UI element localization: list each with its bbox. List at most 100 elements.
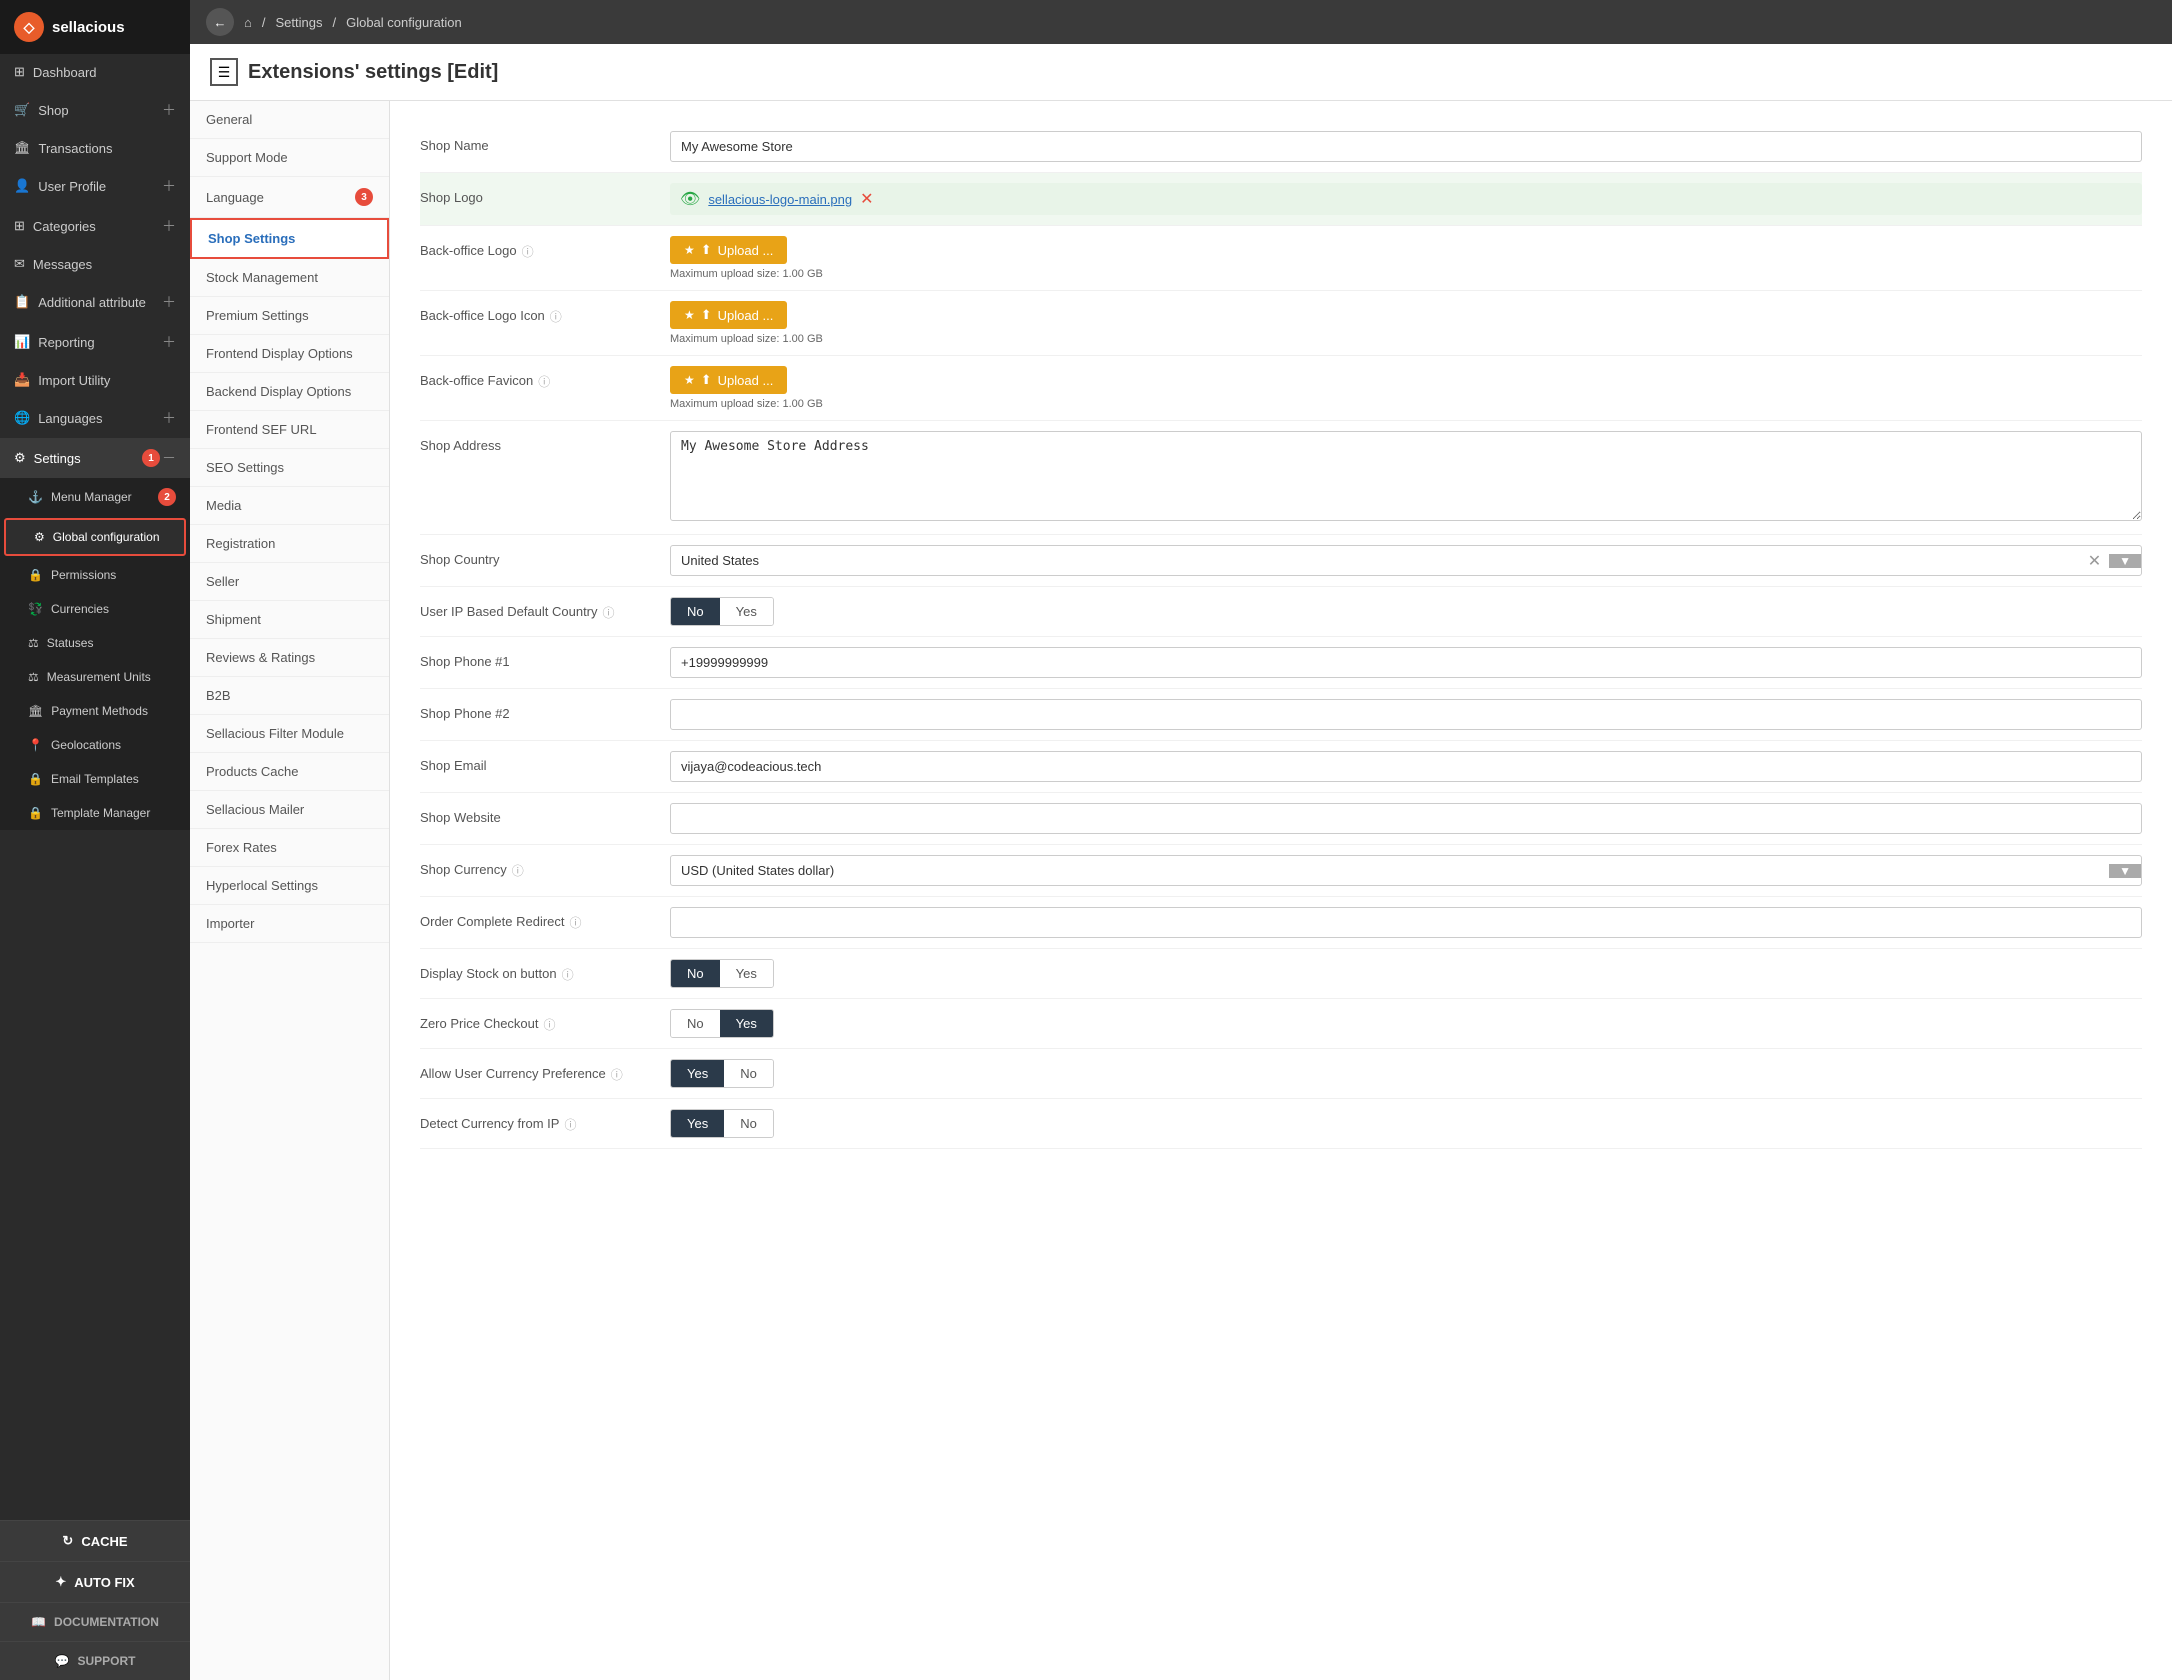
nav-importer[interactable]: Importer <box>190 905 389 943</box>
logo-text: sellacious <box>52 19 125 36</box>
logo-filename[interactable]: sellacious-logo-main.png <box>708 192 852 207</box>
shop-website-input[interactable] <box>670 803 2142 834</box>
nav-shipment[interactable]: Shipment <box>190 601 389 639</box>
nav-reviews-ratings[interactable]: Reviews & Ratings <box>190 639 389 677</box>
page-header: ☰ Extensions' settings [Edit] <box>190 44 2172 101</box>
back-office-favicon-field: ★ ⬆ Upload ... Maximum upload size: 1.00… <box>670 366 2142 410</box>
nav-registration[interactable]: Registration <box>190 525 389 563</box>
breadcrumb-global-config: Global configuration <box>346 15 462 30</box>
breadcrumb-settings[interactable]: Settings <box>275 15 322 30</box>
display-stock-no-button[interactable]: No <box>671 960 720 987</box>
docs-icon: 📖 <box>31 1615 46 1629</box>
nav-media[interactable]: Media <box>190 487 389 525</box>
documentation-button[interactable]: 📖 DOCUMENTATION <box>0 1602 190 1641</box>
detect-currency-no-button[interactable]: No <box>724 1110 773 1137</box>
shop-currency-select[interactable]: USD (United States dollar) <box>671 856 2109 885</box>
nav-frontend-sef[interactable]: Frontend SEF URL <box>190 411 389 449</box>
display-stock-yes-button[interactable]: Yes <box>720 960 773 987</box>
sidebar-item-user-profile[interactable]: 👤 User Profile ＋ <box>0 166 190 206</box>
detect-currency-yes-button[interactable]: Yes <box>671 1110 724 1137</box>
sidebar-item-currencies[interactable]: 💱 Currencies <box>0 592 190 626</box>
zero-price-yes-button[interactable]: Yes <box>720 1010 773 1037</box>
sidebar-item-shop[interactable]: 🛒 Shop ＋ <box>0 90 190 130</box>
user-ip-toggle-group: No Yes <box>670 597 774 626</box>
support-button[interactable]: 💬 SUPPORT <box>0 1641 190 1680</box>
sidebar-item-statuses[interactable]: ⚖ Statuses <box>0 626 190 660</box>
order-redirect-row: Order Complete Redirect ⓘ <box>420 897 2142 949</box>
nav-seller[interactable]: Seller <box>190 563 389 601</box>
sidebar-item-languages[interactable]: 🌐 Languages ＋ <box>0 398 190 438</box>
sidebar-label-geolocations: Geolocations <box>51 738 121 752</box>
sidebar-item-transactions[interactable]: 🏛 Transactions <box>0 130 190 166</box>
upload-label-2: Upload ... <box>718 308 774 323</box>
sidebar-item-global-configuration[interactable]: ⚙ Global configuration <box>4 518 186 556</box>
home-icon: ⌂ <box>244 15 252 30</box>
shop-phone1-input[interactable] <box>670 647 2142 678</box>
sidebar-item-reporting[interactable]: 📊 Reporting ＋ <box>0 322 190 362</box>
order-redirect-input[interactable] <box>670 907 2142 938</box>
currency-caret-icon[interactable]: ▼ <box>2109 864 2141 878</box>
shop-address-input[interactable]: My Awesome Store Address <box>670 431 2142 521</box>
allow-currency-no-button[interactable]: No <box>724 1060 773 1087</box>
nav-language[interactable]: Language 3 <box>190 177 389 218</box>
shop-name-input[interactable] <box>670 131 2142 162</box>
sidebar-item-permissions[interactable]: 🔒 Permissions <box>0 558 190 592</box>
nav-seo-settings[interactable]: SEO Settings <box>190 449 389 487</box>
sidebar-item-import-utility[interactable]: 📥 Import Utility <box>0 362 190 398</box>
currencies-icon: 💱 <box>28 602 43 616</box>
logo-remove-icon[interactable]: ✕ <box>860 189 873 209</box>
shop-country-select[interactable]: United States <box>671 546 2080 575</box>
upload-star-icon: ★ <box>684 243 695 257</box>
sidebar-item-categories[interactable]: ⊞ Categories ＋ <box>0 206 190 246</box>
sidebar-item-measurement-units[interactable]: ⚖ Measurement Units <box>0 660 190 694</box>
nav-b2b[interactable]: B2B <box>190 677 389 715</box>
nav-general[interactable]: General <box>190 101 389 139</box>
sidebar-label-measurement-units: Measurement Units <box>47 670 151 684</box>
shop-country-row: Shop Country United States ✕ ▼ <box>420 535 2142 587</box>
logo-eye-icon[interactable]: 👁 <box>680 189 700 209</box>
user-ip-no-button[interactable]: No <box>671 598 720 625</box>
back-office-logo-field: ★ ⬆ Upload ... Maximum upload size: 1.00… <box>670 236 2142 280</box>
menu-manager-badge: 2 <box>158 488 176 506</box>
messages-icon: ✉ <box>14 256 25 272</box>
nav-stock-management[interactable]: Stock Management <box>190 259 389 297</box>
sidebar-item-dashboard[interactable]: ⊞ Dashboard <box>0 54 190 90</box>
country-caret-icon[interactable]: ▼ <box>2109 554 2141 568</box>
sidebar-item-template-manager[interactable]: 🔒 Template Manager <box>0 796 190 830</box>
back-office-logo-upload-button[interactable]: ★ ⬆ Upload ... <box>670 236 787 264</box>
sidebar-item-menu-manager[interactable]: ⚓ Menu Manager 2 <box>0 478 190 516</box>
sidebar-item-payment-methods[interactable]: 🏛 Payment Methods <box>0 694 190 728</box>
shop-logo-row-content: 👁 sellacious-logo-main.png ✕ <box>670 183 2142 215</box>
back-button[interactable]: ← <box>206 8 234 36</box>
allow-currency-yes-button[interactable]: Yes <box>671 1060 724 1087</box>
shop-email-input[interactable] <box>670 751 2142 782</box>
sidebar-label-languages: Languages <box>38 411 102 426</box>
back-office-logo-icon-upload-button[interactable]: ★ ⬆ Upload ... <box>670 301 787 329</box>
back-office-logo-max-size: Maximum upload size: 1.00 GB <box>670 268 2142 280</box>
country-clear-button[interactable]: ✕ <box>2080 551 2109 571</box>
nav-hyperlocal-settings[interactable]: Hyperlocal Settings <box>190 867 389 905</box>
shop-phone2-label: Shop Phone #2 <box>420 699 650 721</box>
sidebar-item-email-templates[interactable]: 🔒 Email Templates <box>0 762 190 796</box>
auto-fix-button[interactable]: ✦ AUTO FIX <box>0 1561 190 1602</box>
favicon-upload-button[interactable]: ★ ⬆ Upload ... <box>670 366 787 394</box>
nav-frontend-display[interactable]: Frontend Display Options <box>190 335 389 373</box>
sidebar-item-geolocations[interactable]: 📍 Geolocations <box>0 728 190 762</box>
sidebar-item-messages[interactable]: ✉ Messages <box>0 246 190 282</box>
shop-phone2-input[interactable] <box>670 699 2142 730</box>
support-icon: 💬 <box>55 1654 70 1668</box>
zero-price-no-button[interactable]: No <box>671 1010 720 1037</box>
user-ip-yes-button[interactable]: Yes <box>720 598 773 625</box>
nav-sellacious-filter[interactable]: Sellacious Filter Module <box>190 715 389 753</box>
nav-shop-settings[interactable]: Shop Settings <box>190 218 389 259</box>
nav-products-cache[interactable]: Products Cache <box>190 753 389 791</box>
nav-premium-settings[interactable]: Premium Settings <box>190 297 389 335</box>
sidebar-item-settings[interactable]: ⚙ Settings 1 － <box>0 438 190 478</box>
nav-forex-rates[interactable]: Forex Rates <box>190 829 389 867</box>
nav-sellacious-mailer[interactable]: Sellacious Mailer <box>190 791 389 829</box>
back-office-logo-icon-field: ★ ⬆ Upload ... Maximum upload size: 1.00… <box>670 301 2142 345</box>
nav-support-mode[interactable]: Support Mode <box>190 139 389 177</box>
sidebar-item-additional-attribute[interactable]: 📋 Additional attribute ＋ <box>0 282 190 322</box>
nav-backend-display[interactable]: Backend Display Options <box>190 373 389 411</box>
cache-button[interactable]: ↻ CACHE <box>0 1520 190 1561</box>
